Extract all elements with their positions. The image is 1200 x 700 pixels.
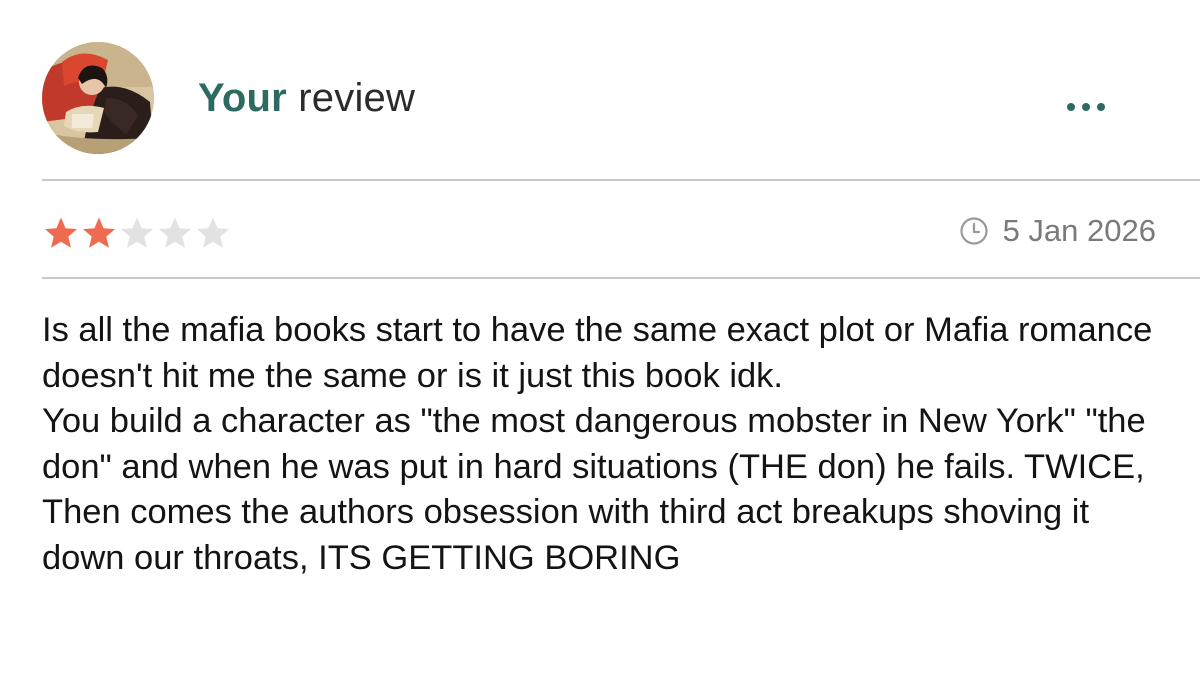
ellipsis-icon xyxy=(1067,103,1075,111)
star-empty-icon[interactable] xyxy=(118,214,156,252)
title-rest: review xyxy=(298,76,416,120)
divider xyxy=(42,179,1200,181)
ellipsis-icon xyxy=(1082,103,1090,111)
more-options-button[interactable] xyxy=(1058,92,1114,122)
review-meta: 5 Jan 2026 xyxy=(959,211,1156,251)
review-text: Is all the mafia books start to have the… xyxy=(42,308,1172,582)
clock-icon xyxy=(959,217,988,245)
divider xyxy=(42,277,1200,279)
review-paragraph: Is all the mafia books start to have the… xyxy=(42,311,1153,395)
ellipsis-icon xyxy=(1097,103,1105,111)
star-filled-icon[interactable] xyxy=(80,214,118,252)
review-date: 5 Jan 2026 xyxy=(1002,213,1156,248)
star-rating[interactable] xyxy=(42,214,232,252)
review-card: Your review 5 Jan 2026 Is all the mafia … xyxy=(0,0,1200,700)
star-filled-icon[interactable] xyxy=(42,214,80,252)
star-empty-icon[interactable] xyxy=(156,214,194,252)
star-empty-icon[interactable] xyxy=(194,214,232,252)
title-accent: Your xyxy=(198,76,287,120)
page-title: Your review xyxy=(198,74,415,122)
review-paragraph: You build a character as "the most dange… xyxy=(42,402,1146,577)
avatar[interactable] xyxy=(42,42,154,154)
avatar-image xyxy=(42,42,154,154)
